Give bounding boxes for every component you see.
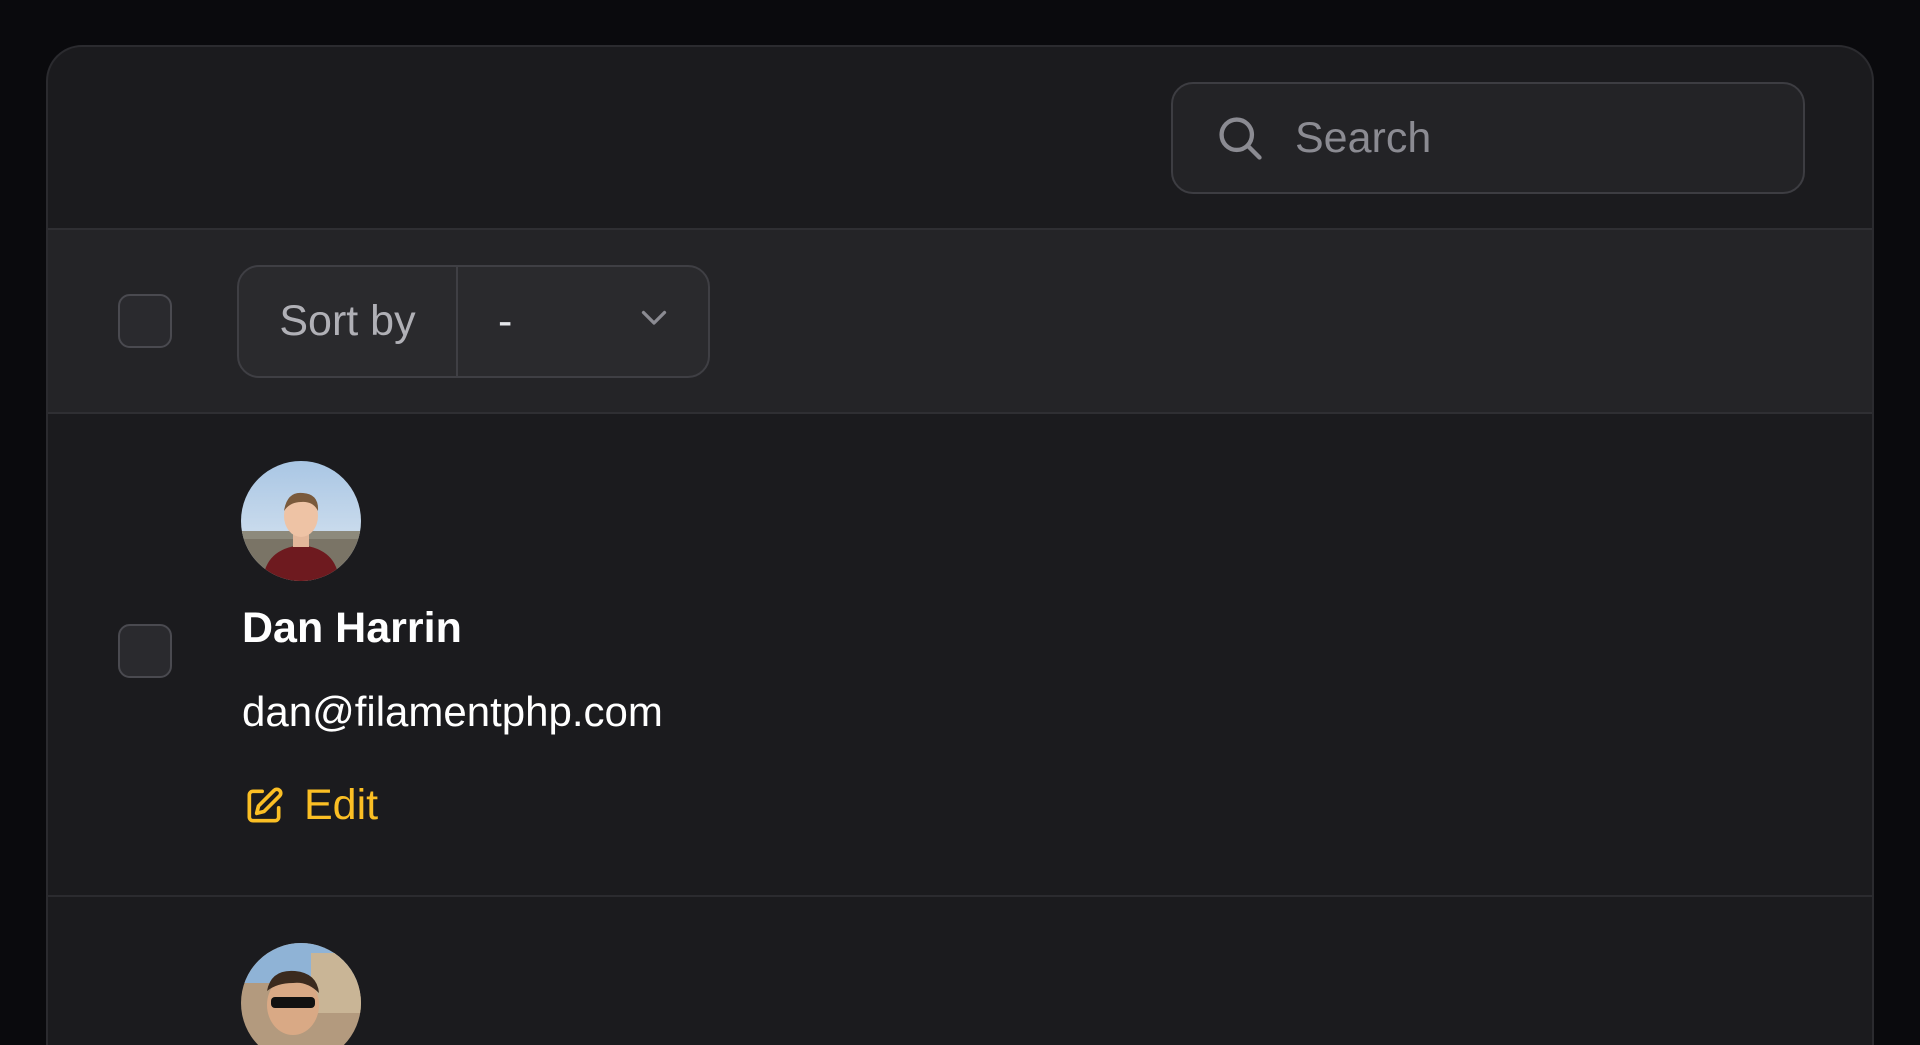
select-all-checkbox[interactable] bbox=[118, 294, 172, 348]
search-box[interactable] bbox=[1171, 82, 1805, 194]
search-input[interactable] bbox=[1293, 112, 1773, 164]
pencil-square-icon bbox=[242, 784, 286, 828]
table-header-bar bbox=[48, 47, 1872, 230]
record-email: dan@filamentphp.com bbox=[242, 688, 663, 735]
record-row bbox=[48, 897, 1872, 1045]
avatar bbox=[241, 943, 361, 1045]
record-name: Dan Harrin bbox=[242, 604, 462, 652]
sort-control[interactable]: Sort by - bbox=[237, 265, 710, 378]
search-icon bbox=[1213, 111, 1267, 165]
chevron-down-icon bbox=[636, 297, 672, 346]
sort-select-value: - bbox=[498, 297, 513, 345]
table-card: Sort by - bbox=[46, 45, 1874, 1045]
table-toolbar: Sort by - bbox=[48, 230, 1872, 414]
sort-select[interactable]: - bbox=[458, 267, 708, 376]
record-checkbox[interactable] bbox=[118, 624, 172, 678]
edit-label: Edit bbox=[304, 781, 379, 829]
avatar bbox=[241, 461, 361, 581]
edit-button[interactable]: Edit bbox=[242, 781, 378, 830]
record-row: Dan Harrin dan@filamentphp.com Edit bbox=[48, 414, 1872, 897]
sort-by-label: Sort by bbox=[239, 267, 458, 376]
